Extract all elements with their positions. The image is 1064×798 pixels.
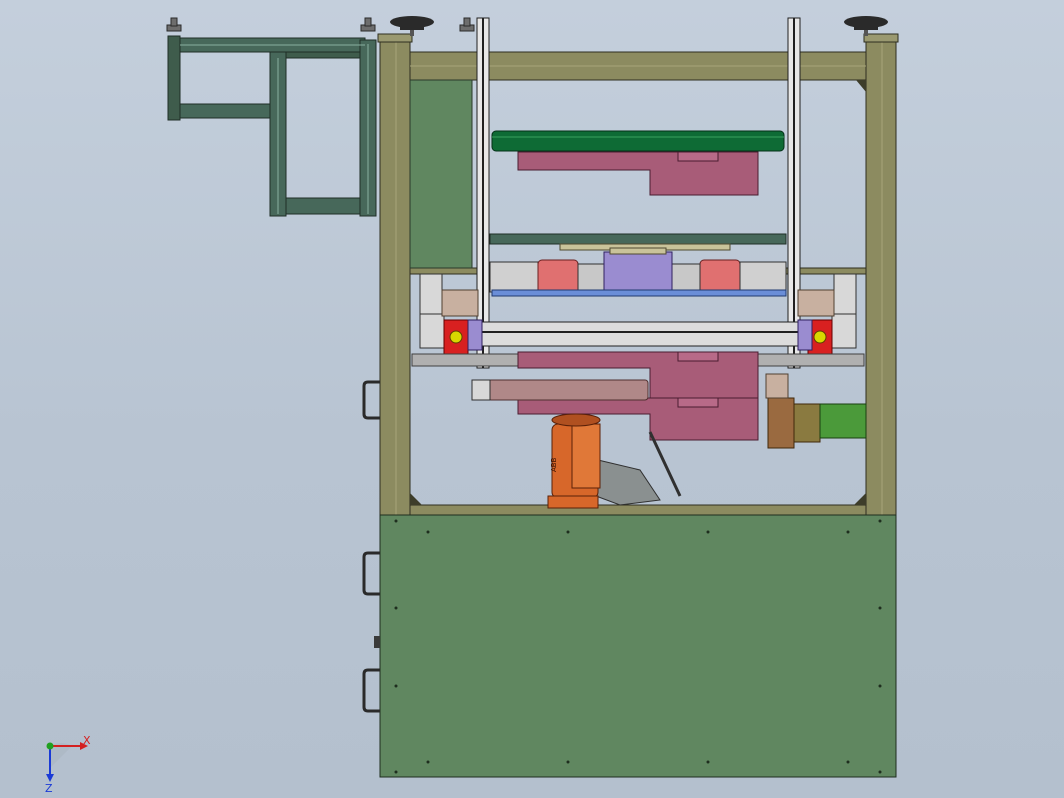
- z-axis-label: Z: [45, 782, 53, 795]
- leveling-knob-left: [390, 16, 434, 36]
- cad-viewport[interactable]: ABB X Z: [0, 0, 1064, 798]
- machine-front-view: ABB X Z: [45, 16, 899, 795]
- door-handles: [362, 380, 380, 713]
- leveling-knob-right: [844, 16, 888, 36]
- x-axis-label: X: [83, 734, 91, 747]
- coordinate-triad: X Z: [45, 734, 91, 795]
- motor-assembly: [765, 373, 867, 449]
- lower-carriage-beam: [479, 321, 801, 347]
- upper-green-roller: [491, 130, 785, 152]
- upper-mauve-block: [517, 151, 759, 196]
- lower-roller: [487, 379, 649, 401]
- robot-brand-label: ABB: [550, 457, 558, 472]
- lower-cabinet: [379, 514, 897, 778]
- carriage-beam: [489, 233, 787, 245]
- abb-robot: ABB: [547, 413, 661, 509]
- roller-assembly: [489, 247, 787, 297]
- upper-left-panel: [409, 79, 473, 269]
